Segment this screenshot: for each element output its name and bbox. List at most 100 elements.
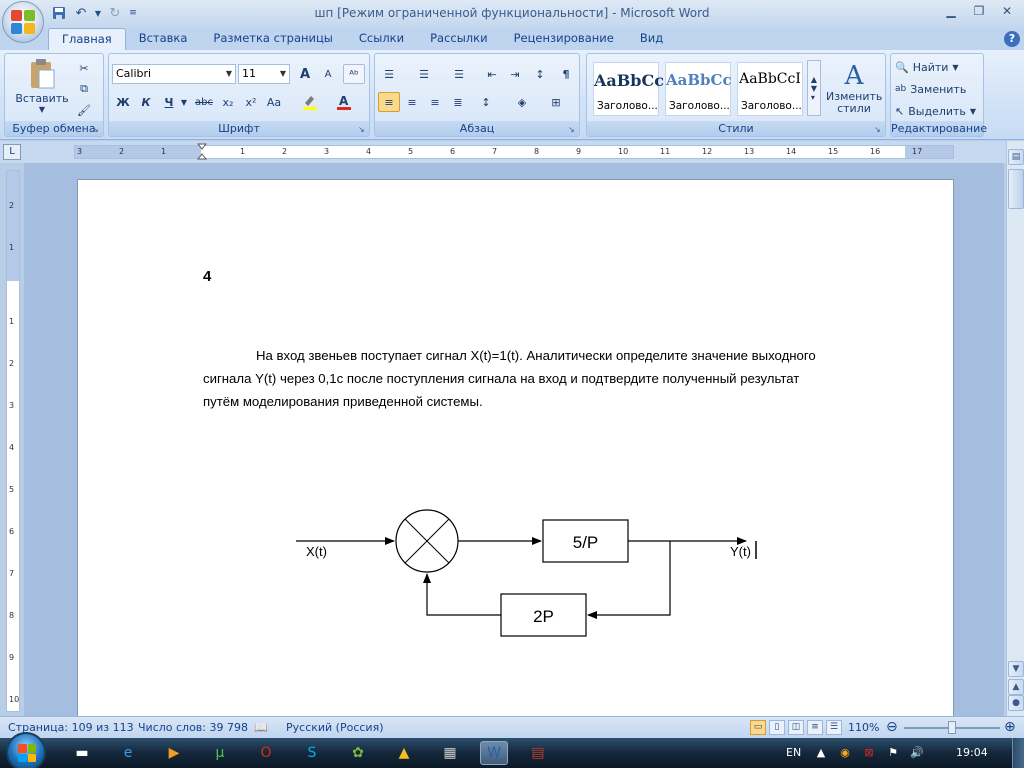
language-indicator[interactable]: Русский (Россия) xyxy=(286,721,384,734)
indent-marker-icon[interactable] xyxy=(196,143,208,161)
superscript-button[interactable]: x² xyxy=(240,92,262,112)
vertical-ruler[interactable]: 2 1 1 2 3 4 5 6 7 8 9 10 xyxy=(6,170,20,712)
clipboard-launcher-icon[interactable]: ↘ xyxy=(92,125,101,134)
show-desktop-button[interactable] xyxy=(1012,738,1024,768)
proofing-icon[interactable]: 📖 xyxy=(254,721,268,734)
word-count[interactable]: Число слов: 39 798 xyxy=(138,721,248,734)
justify-icon[interactable]: ≣ xyxy=(447,92,469,112)
zoom-out-icon[interactable]: ⊖ xyxy=(886,719,898,735)
font-size-combo[interactable]: 11 ▼ xyxy=(238,64,290,84)
tab-home[interactable]: Главная xyxy=(48,28,126,50)
horizontal-ruler[interactable]: 3 2 1 1 2 3 4 5 6 7 8 9 10 11 12 13 14 15 16 17 xyxy=(74,143,954,161)
utorrent-icon[interactable]: µ xyxy=(206,741,234,765)
font-launcher-icon[interactable]: ↘ xyxy=(358,125,367,134)
word-taskbar-icon[interactable]: W xyxy=(480,741,508,765)
scrollbar-thumb[interactable] xyxy=(1008,169,1024,209)
winrar-icon[interactable]: ▤ xyxy=(524,741,552,765)
input-language[interactable]: EN xyxy=(786,746,801,759)
format-painter-icon[interactable]: 🖌 xyxy=(73,100,95,120)
clock[interactable]: 19:04 xyxy=(956,746,988,759)
print-layout-view-icon[interactable]: ▭ xyxy=(750,720,766,735)
document-page[interactable]: 4 На вход звеньев поступает сигнал X(t)=… xyxy=(77,179,954,716)
underline-button[interactable]: Ч xyxy=(158,92,180,112)
scroll-down-icon[interactable]: ▼ xyxy=(1008,661,1024,677)
find-button[interactable]: 🔍 Найти ▼ xyxy=(895,58,959,76)
web-layout-icon[interactable]: ◫ xyxy=(788,720,804,735)
opera-icon[interactable]: O xyxy=(252,741,280,765)
align-right-icon[interactable]: ≡ xyxy=(424,92,446,112)
tab-mailings[interactable]: Рассылки xyxy=(417,28,500,50)
action-center-icon[interactable]: ⚑ xyxy=(886,746,900,760)
internet-explorer-icon[interactable]: e xyxy=(114,741,142,765)
select-button[interactable]: ↖ Выделить ▼ xyxy=(895,102,976,120)
skype-icon[interactable]: S xyxy=(298,741,326,765)
change-styles-button[interactable]: A Изменить стили xyxy=(825,58,883,118)
shading-icon[interactable]: ◈ xyxy=(511,92,533,112)
previous-page-icon[interactable]: ▲ xyxy=(1008,679,1024,695)
outline-view-icon[interactable]: ≡ xyxy=(807,720,823,735)
font-color-icon[interactable]: A xyxy=(333,92,355,112)
highlight-icon[interactable] xyxy=(299,92,321,112)
borders-icon[interactable]: ⊞ xyxy=(545,92,567,112)
close-button[interactable]: ✕ xyxy=(994,2,1020,20)
select-browse-object-icon[interactable]: ● xyxy=(1008,695,1024,711)
tab-references[interactable]: Ссылки xyxy=(346,28,417,50)
vertical-scrollbar[interactable]: ▤ ▼ ▲ ● xyxy=(1006,141,1024,716)
styles-launcher-icon[interactable]: ↘ xyxy=(874,125,883,134)
bullets-icon[interactable]: ☰ xyxy=(378,64,400,84)
clear-formatting-icon[interactable]: ᴬᵇ xyxy=(343,64,365,84)
style-heading-1[interactable]: AaBbCc Заголово... xyxy=(593,62,664,116)
multilevel-list-icon[interactable]: ☰ xyxy=(448,64,470,84)
tab-review[interactable]: Рецензирование xyxy=(501,28,627,50)
calculator-icon[interactable]: ▦ xyxy=(436,741,464,765)
start-button[interactable] xyxy=(6,732,46,768)
tab-insert[interactable]: Вставка xyxy=(126,28,201,50)
full-screen-reading-icon[interactable]: ▯ xyxy=(769,720,785,735)
tray-expand-icon[interactable]: ▲ xyxy=(814,746,828,760)
network-error-icon[interactable]: ⊠ xyxy=(862,746,876,760)
draft-view-icon[interactable]: ☰ xyxy=(826,720,842,735)
align-center-icon[interactable]: ≡ xyxy=(401,92,423,112)
tab-view[interactable]: Вид xyxy=(627,28,676,50)
subscript-button[interactable]: x₂ xyxy=(217,92,239,112)
shrink-font-button[interactable]: A xyxy=(317,64,339,84)
styles-scroll[interactable]: ▲ ▼ ▾ xyxy=(807,60,821,116)
ruler-toggle-button[interactable]: L xyxy=(3,144,21,160)
strikethrough-button[interactable]: abc xyxy=(193,92,215,112)
paragraph-launcher-icon[interactable]: ↘ xyxy=(568,125,577,134)
tray-app-icon[interactable]: ◉ xyxy=(838,746,852,760)
increase-indent-icon[interactable]: ⇥ xyxy=(504,64,526,84)
media-player-icon[interactable]: ▶ xyxy=(160,741,188,765)
paste-button[interactable]: Вставить ▼ xyxy=(11,56,73,116)
italic-button[interactable]: К xyxy=(135,92,157,112)
volume-icon[interactable]: 🔊 xyxy=(910,746,924,760)
grow-font-button[interactable]: A xyxy=(294,64,316,84)
view-ruler-icon[interactable]: ▤ xyxy=(1008,149,1024,165)
change-case-button[interactable]: Aa xyxy=(263,92,285,112)
replace-button[interactable]: ab Заменить xyxy=(895,80,966,98)
office-button[interactable] xyxy=(2,1,44,43)
help-icon[interactable]: ? xyxy=(1004,31,1020,47)
font-name-combo[interactable]: Calibri ▼ xyxy=(112,64,236,84)
zoom-in-icon[interactable]: ⊕ xyxy=(1004,719,1016,735)
style-heading-3[interactable]: AaBbCcI Заголово... xyxy=(737,62,803,116)
tab-page-layout[interactable]: Разметка страницы xyxy=(200,28,345,50)
line-spacing-icon[interactable]: ↕ xyxy=(475,92,497,112)
decrease-indent-icon[interactable]: ⇤ xyxy=(481,64,503,84)
cut-icon[interactable]: ✂ xyxy=(73,58,95,78)
minimize-button[interactable]: ▁ xyxy=(938,2,964,20)
sort-icon[interactable]: ↕ xyxy=(529,64,551,84)
bold-button[interactable]: Ж xyxy=(112,92,134,112)
taskbar-app-icon[interactable]: ▬ xyxy=(68,741,96,765)
zoom-level[interactable]: 110% xyxy=(848,721,879,734)
align-left-icon[interactable]: ≡ xyxy=(378,92,400,112)
zoom-slider-thumb[interactable] xyxy=(948,721,956,734)
numbering-icon[interactable]: ☰ xyxy=(413,64,435,84)
underline-dropdown-icon[interactable]: ▼ xyxy=(179,92,189,112)
app-gear-icon[interactable]: ✿ xyxy=(344,741,372,765)
show-marks-button[interactable]: ¶ xyxy=(555,64,577,84)
style-heading-2[interactable]: AaBbCc Заголово... xyxy=(665,62,732,116)
restore-button[interactable]: ❐ xyxy=(966,2,992,20)
app-triangle-icon[interactable]: ▲ xyxy=(390,741,418,765)
copy-icon[interactable]: ⧉ xyxy=(73,79,95,99)
